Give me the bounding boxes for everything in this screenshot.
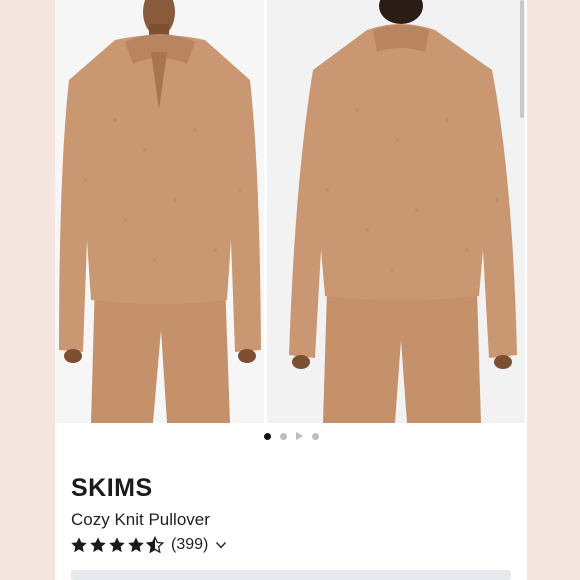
add-to-bag-bar[interactable]	[71, 570, 511, 580]
star-icon	[71, 537, 87, 553]
pagination-dot-2[interactable]	[279, 432, 287, 440]
half-star-icon	[146, 536, 164, 554]
star-icon	[128, 537, 144, 553]
play-icon[interactable]	[295, 432, 303, 440]
product-card: SKIMS Cozy Knit Pullover (399)	[55, 0, 527, 580]
product-photo-back[interactable]	[267, 0, 525, 423]
chevron-down-icon[interactable]	[215, 539, 227, 551]
pagination-dot-1[interactable]	[263, 432, 271, 440]
rating-summary[interactable]: (399)	[70, 536, 227, 554]
star-icon	[90, 537, 106, 553]
review-count: (399)	[171, 536, 209, 553]
gallery-scrollbar[interactable]	[520, 0, 524, 118]
gallery-pagination	[55, 432, 527, 440]
back-model-illustration	[267, 0, 525, 423]
star-icon	[109, 537, 125, 553]
product-photo-front[interactable]	[55, 0, 264, 423]
product-title: Cozy Knit Pullover	[71, 510, 210, 529]
pagination-dot-4[interactable]	[311, 432, 319, 440]
front-model-illustration	[55, 0, 264, 423]
brand-name[interactable]: SKIMS	[71, 474, 153, 503]
